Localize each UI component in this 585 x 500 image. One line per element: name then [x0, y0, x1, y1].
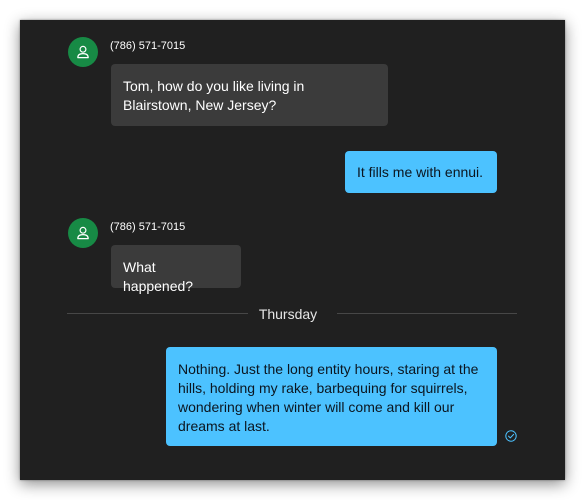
sender-name: (786) 571-7015 [110, 221, 186, 233]
message-bubble-outgoing[interactable]: It fills me with ennui. [345, 151, 497, 193]
message-bubble-incoming[interactable]: Tom, how do you like living in Blairstow… [111, 64, 388, 126]
day-divider-label: Thursday [258, 306, 318, 322]
sender-name: (786) 571-7015 [110, 40, 186, 52]
contact-avatar[interactable] [68, 37, 98, 67]
read-receipt-check-icon [505, 430, 517, 442]
message-bubble-incoming[interactable]: What happened? [111, 245, 241, 294]
conversation-window: (786) 571-7015 Tom, how do you like livi… [20, 20, 565, 480]
day-divider-line [67, 313, 248, 314]
day-divider-line [337, 313, 517, 314]
person-icon [77, 226, 89, 240]
contact-avatar[interactable] [68, 218, 98, 248]
person-icon [77, 45, 89, 59]
message-bubble-outgoing[interactable]: Nothing. Just the long entity hours, sta… [166, 347, 497, 446]
